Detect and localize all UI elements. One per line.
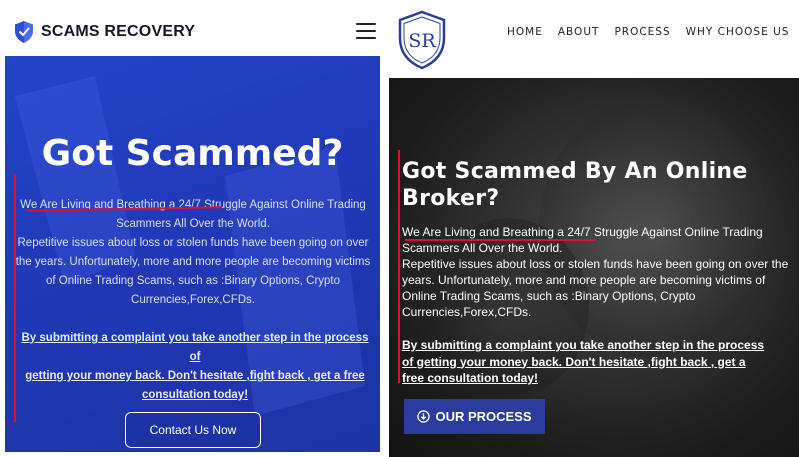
body-line: Online Trading Scams, such as :Binary Op…	[402, 289, 696, 303]
hamburger-menu-icon[interactable]	[356, 23, 376, 39]
body-line: We Are Living and Breathing a 24/7 Strug…	[402, 225, 763, 239]
link-line[interactable]: By submitting a complaint you take anoth…	[402, 337, 794, 354]
left-header: SCAMS RECOVERY	[0, 0, 384, 56]
our-process-button[interactable]: OUR PROCESS	[404, 399, 545, 434]
body-line: Repetitive issues about loss or stolen f…	[17, 237, 369, 249]
page-title: Got Scammed?	[41, 133, 344, 174]
hero-description: We Are Living and Breathing a 24/7 Strug…	[13, 196, 373, 310]
nav-process[interactable]: PROCESS	[614, 26, 670, 38]
left-hero: Got Scammed? We Are Living and Breathing…	[5, 56, 380, 452]
annotation-vertical-line	[398, 150, 400, 383]
page-title: Got Scammed By An Online Broker?	[402, 158, 782, 212]
left-site-screenshot: SCAMS RECOVERY Got Scammed? We Are Livin…	[0, 0, 384, 457]
nav-why-choose-us[interactable]: WHY CHOOSE US	[686, 26, 790, 38]
sr-shield-logo-icon[interactable]: SR	[396, 10, 448, 70]
logo-monogram: SR	[408, 30, 436, 52]
shield-logo-icon	[15, 21, 33, 43]
body-line: Currencies,Forex,CFDs.	[402, 305, 532, 319]
link-line[interactable]: By submitting a complaint you take anoth…	[17, 329, 373, 367]
contact-us-button[interactable]: Contact Us Now	[125, 412, 261, 448]
body-line: the years. Unfortunately, more and more …	[15, 256, 371, 268]
right-header: SR HOME ABOUT PROCESS WHY CHOOSE US	[389, 0, 799, 78]
complaint-link[interactable]: By submitting a complaint you take anoth…	[17, 329, 373, 405]
link-line[interactable]: consultation today!	[17, 386, 373, 405]
title-line: Broker?	[402, 186, 500, 211]
link-line[interactable]: free consultation today!	[402, 370, 794, 387]
right-hero: Got Scammed By An Online Broker? We Are …	[389, 78, 799, 457]
main-nav: HOME ABOUT PROCESS WHY CHOOSE US	[507, 26, 789, 38]
our-process-label: OUR PROCESS	[435, 409, 532, 424]
body-line: We Are Living and Breathing a 24/7 Strug…	[20, 199, 366, 211]
body-line: Currencies,Forex,CFDs.	[131, 294, 255, 306]
body-line: Scammers All Over the World.	[116, 218, 270, 230]
brand-name: SCAMS RECOVERY	[41, 23, 196, 40]
title-line: Got Scammed By An Online	[402, 159, 748, 184]
body-line: Repetitive issues about loss or stolen f…	[402, 257, 789, 271]
complaint-link[interactable]: By submitting a complaint you take anoth…	[402, 337, 794, 387]
nav-about[interactable]: ABOUT	[558, 26, 600, 38]
right-site-screenshot: SR HOME ABOUT PROCESS WHY CHOOSE US Got …	[389, 0, 799, 457]
arrow-down-circle-icon	[417, 410, 431, 423]
brand[interactable]: SCAMS RECOVERY	[13, 20, 195, 44]
body-line: of Online Trading Scams, such as :Binary…	[45, 275, 341, 287]
link-line[interactable]: of getting your money back. Don't hesita…	[402, 354, 794, 371]
annotation-vertical-line	[14, 174, 16, 422]
nav-home[interactable]: HOME	[507, 26, 543, 38]
annotation-underline	[405, 239, 595, 241]
link-line[interactable]: getting your money back. Don't hesitate …	[17, 367, 373, 386]
body-line: Scammers All Over the World.	[402, 241, 563, 255]
body-line: years. Unfortunately, more and more peop…	[402, 273, 766, 287]
